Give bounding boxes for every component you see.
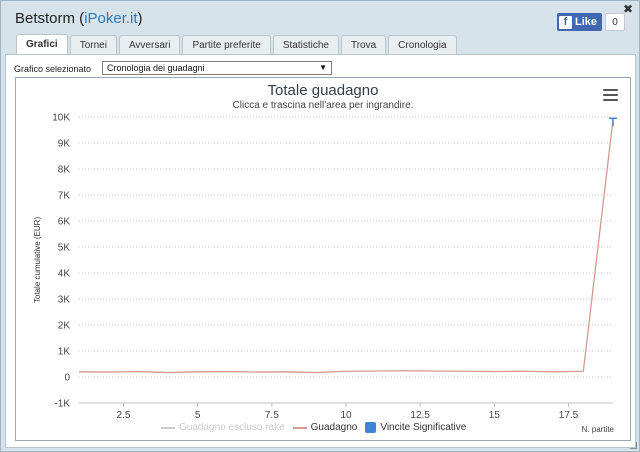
x-tick-label: 12.5 [410,410,430,421]
chart-title: Totale guadagno [267,82,379,99]
data-point [315,371,318,374]
x-tick-label: 15 [489,410,501,421]
y-axis-label: Totale cumulative (EUR) [33,217,42,304]
tab-tornei[interactable]: Tornei [69,35,117,54]
y-tick-label: 1K [58,347,71,358]
data-point [285,370,288,373]
x-tick-label: 5 [195,410,201,421]
legend-label: Guadagno [310,422,358,433]
dropdown-arrow-icon: ▼ [319,63,327,72]
facebook-like-button[interactable]: f Like [557,13,602,31]
title-prefix: Betstorm ( [15,10,85,27]
y-tick-label: 10K [52,113,70,124]
y-tick-label: -1K [54,399,70,410]
tab-partite-preferite[interactable]: Partite preferite [182,35,271,54]
chart-subtitle: Clicca e trascina nell'area per ingrandi… [232,100,414,111]
data-point [552,370,555,373]
title-suffix: ) [137,10,143,27]
chart-area[interactable]: 10K 9K 8K 7K 6K 5K 4K 3K 2K 1K 0 -1K 2.5 5 7.5 10 12.5 15… [15,77,631,441]
chart-selector-label: Grafico selezionato [14,64,92,74]
facebook-like-count: 0 [605,13,625,31]
window-title: Betstorm (iPoker.it) [15,10,143,27]
chart-svg[interactable]: 10K 9K 8K 7K 6K 5K 4K 3K 2K 1K 0 -1K 2.5 5 7.5 10 12.5 15… [16,78,632,442]
tab-statistiche[interactable]: Statistiche [272,35,339,54]
y-tick-label: 2K [58,321,71,332]
y-tick-label: 7K [58,191,71,202]
data-point [374,370,377,373]
tab-trova[interactable]: Trova [340,35,387,54]
chart-legend: Guadagno escluso rake Guadagno Vincite S… [161,422,466,433]
data-point [404,369,407,372]
y-tick-label: 3K [58,295,71,306]
data-point [345,370,348,373]
x-axis-label: N. partite [581,425,614,434]
data-point [582,370,585,373]
x-tick-label: 2.5 [117,410,131,421]
data-point [226,370,229,373]
facebook-like-label: Like [575,16,598,28]
data-point [107,371,110,374]
data-point [463,370,466,373]
content-panel: Grafico selezionato Cronologia dei guada… [5,54,636,448]
chart-selector-dropdown[interactable]: Cronologia dei guadagni ▼ [102,61,332,75]
data-point [78,370,81,373]
x-tick-label: 17.5 [559,410,579,421]
data-point [434,370,437,373]
chart-menu-icon[interactable] [603,89,618,101]
app-window: Betstorm (iPoker.it) ✖ f Like 0 Grafici … [0,0,640,452]
resize-handle[interactable] [630,442,637,449]
tab-grafici[interactable]: Grafici [16,34,68,54]
legend-line-swatch [161,426,175,429]
ipoker-link[interactable]: iPoker.it [84,10,137,27]
data-point [167,371,170,374]
legend-item-guadagno-escluso-rake[interactable]: Guadagno escluso rake [161,422,285,433]
legend-label: Guadagno escluso rake [179,422,285,433]
y-tick-label: 0 [64,373,70,384]
legend-item-guadagno[interactable]: Guadagno [292,422,358,433]
series-line-guadagno [78,119,614,374]
tab-bar: Grafici Tornei Avversari Partite preferi… [16,34,457,54]
data-point [137,370,140,373]
legend-label: Vincite Significative [380,422,467,433]
y-tick-label: 8K [58,165,71,176]
legend-item-vincite-significative[interactable]: Vincite Significative [365,422,466,433]
facebook-icon: f [559,15,572,29]
x-tick-label: 10 [340,410,352,421]
y-tick-label: 9K [58,139,71,150]
legend-line-swatch [292,426,307,429]
y-tick-label: 5K [58,243,71,254]
chart-selector-value: Cronologia dei guadagni [107,63,205,73]
data-point [493,370,496,373]
data-point [196,370,199,373]
data-point [256,371,259,374]
tab-cronologia[interactable]: Cronologia [388,35,457,54]
y-tick-label: 4K [58,269,71,280]
x-tick-label: 7.5 [265,410,279,421]
legend-square-swatch [365,422,377,433]
data-point [523,370,526,373]
tab-avversari[interactable]: Avversari [118,35,181,54]
y-tick-label: 6K [58,217,71,228]
